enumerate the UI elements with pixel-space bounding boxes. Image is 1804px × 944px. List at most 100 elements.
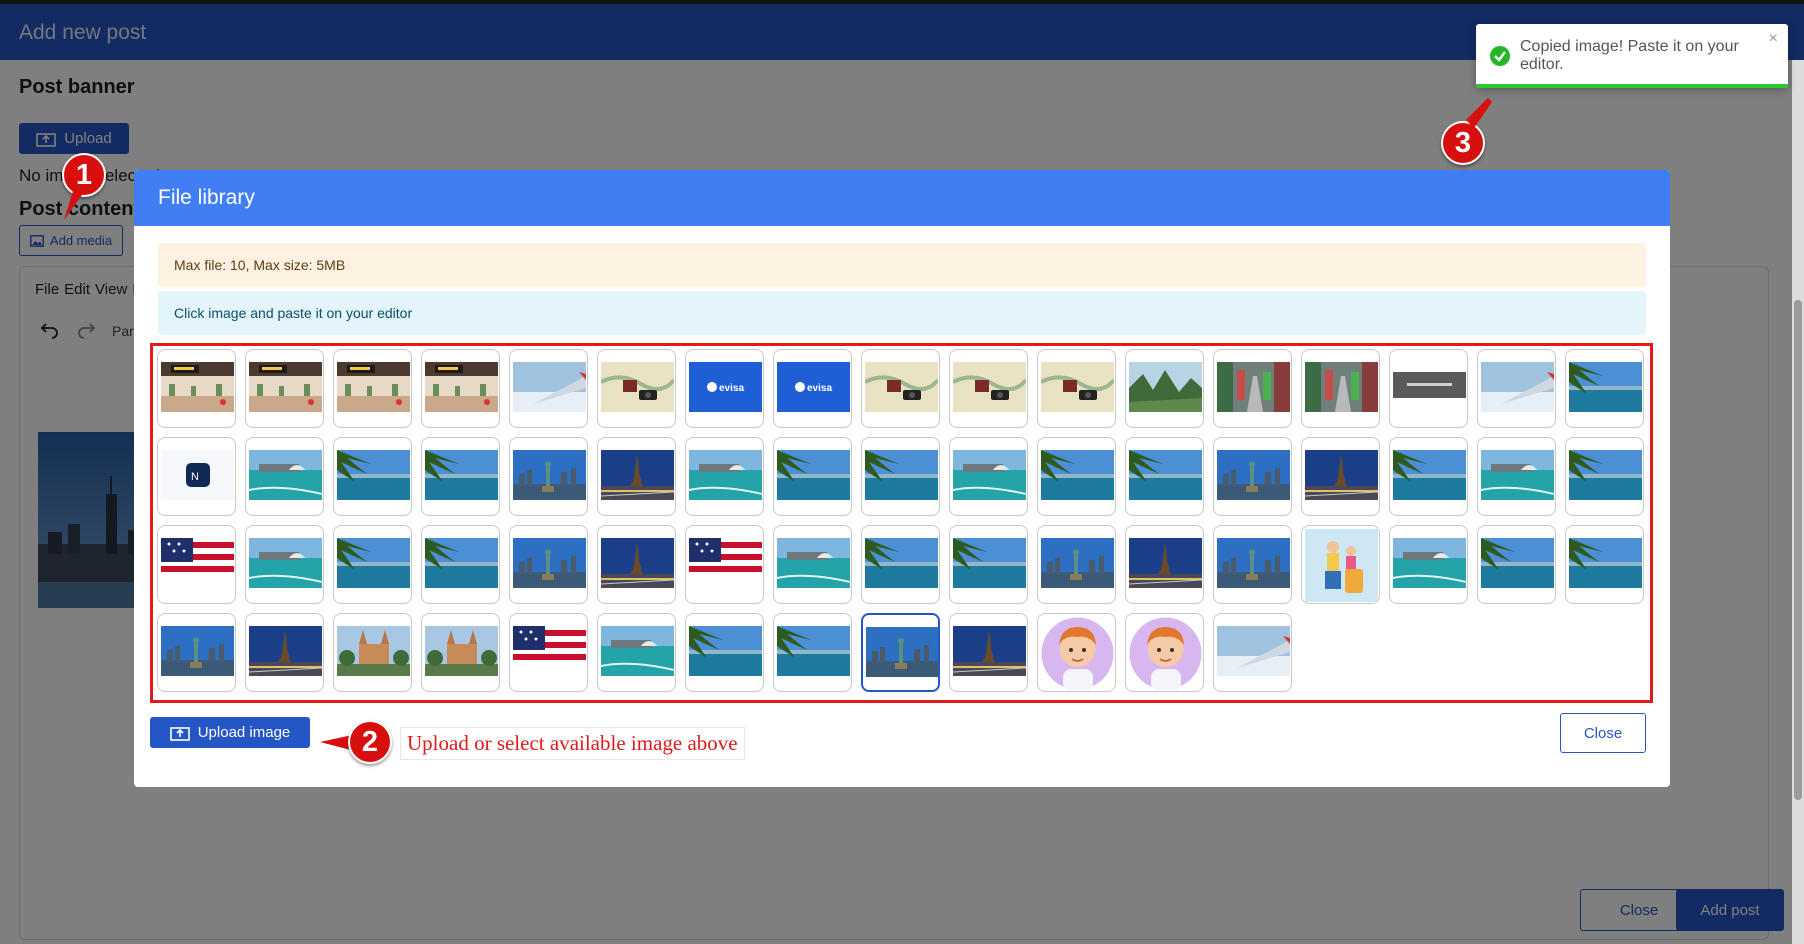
thumbnail-graphic — [865, 538, 938, 588]
thumbnail-graphic — [1041, 538, 1114, 588]
image-gallery: evisa evisa N — [150, 343, 1653, 703]
gallery-image-palm-coast[interactable] — [1477, 525, 1556, 604]
thumbnail-graphic — [249, 450, 322, 500]
gallery-image-street-market[interactable] — [1301, 349, 1380, 428]
gallery-image-sydney-bay[interactable] — [685, 437, 764, 516]
gallery-image-eiffel-tower[interactable] — [597, 525, 676, 604]
gallery-image-mountain-valley[interactable] — [1125, 349, 1204, 428]
gallery-image-palm-coast[interactable] — [949, 525, 1028, 604]
gallery-image-cathedral[interactable] — [421, 613, 500, 692]
gallery-image-liberty-skyline[interactable] — [509, 525, 588, 604]
gallery-image-map-camera[interactable] — [861, 349, 940, 428]
gallery-image-plane-wing[interactable] — [509, 349, 588, 428]
gallery-image-airport-hall[interactable] — [245, 349, 324, 428]
file-limits-alert: Max file: 10, Max size: 5MB — [158, 243, 1646, 287]
gallery-image-palm-coast[interactable] — [861, 525, 940, 604]
step-3-pointer-icon — [1466, 98, 1492, 128]
copied-toast: Copied image! Paste it on your editor. × — [1476, 24, 1788, 88]
upload-image-button[interactable]: Upload image — [150, 717, 310, 748]
modal-close-button[interactable]: Close — [1560, 713, 1646, 753]
thumbnail-graphic — [1305, 362, 1378, 412]
gallery-image-palm-coast[interactable] — [1565, 437, 1644, 516]
thumbnail-graphic — [953, 450, 1026, 500]
gallery-image-liberty-skyline[interactable] — [861, 613, 940, 692]
gallery-image-map-camera[interactable] — [597, 349, 676, 428]
gallery-image-liberty-skyline[interactable] — [1037, 525, 1116, 604]
gallery-image-palm-coast[interactable] — [1125, 437, 1204, 516]
scrollbar-thumb[interactable] — [1794, 300, 1802, 800]
thumbnail-graphic — [1129, 538, 1202, 588]
thumbnail-graphic — [161, 626, 234, 676]
gallery-image-palm-coast[interactable] — [1037, 437, 1116, 516]
gallery-image-sydney-bay[interactable] — [597, 613, 676, 692]
page-scrollbar[interactable] — [1792, 60, 1804, 944]
gallery-image-liberty-skyline[interactable] — [509, 437, 588, 516]
thumbnail-graphic — [337, 626, 410, 676]
thumbnail-graphic — [1129, 450, 1202, 500]
thumbnail-graphic — [249, 362, 322, 412]
gallery-image-sydney-bay[interactable] — [949, 437, 1028, 516]
gallery-image-sydney-bay[interactable] — [773, 525, 852, 604]
gallery-image-eiffel-tower[interactable] — [1125, 525, 1204, 604]
gallery-image-eiffel-tower[interactable] — [597, 437, 676, 516]
thumbnail-graphic — [1217, 626, 1290, 676]
gallery-image-liberty-skyline[interactable] — [1213, 437, 1292, 516]
gallery-image-palm-coast[interactable] — [1565, 349, 1644, 428]
thumbnail-graphic — [1393, 362, 1466, 412]
gallery-image-sydney-bay[interactable] — [245, 437, 324, 516]
gallery-image-eiffel-tower[interactable] — [245, 613, 324, 692]
gallery-image-street-market[interactable] — [1213, 349, 1292, 428]
gallery-image-traveler-luggage[interactable] — [1301, 525, 1380, 604]
gallery-image-liberty-skyline[interactable] — [1213, 525, 1292, 604]
gallery-image-site-logo[interactable]: N — [157, 437, 236, 516]
gallery-image-plane-wing[interactable] — [1213, 613, 1292, 692]
gallery-image-palm-coast[interactable] — [1565, 525, 1644, 604]
gallery-image-us-flag[interactable] — [157, 525, 236, 604]
step-2-badge: 2 — [348, 720, 392, 764]
gallery-image-us-flag[interactable] — [685, 525, 764, 604]
gallery-image-palm-coast[interactable] — [773, 437, 852, 516]
gallery-image-airport-hall[interactable] — [333, 349, 412, 428]
thumbnail-graphic — [1481, 362, 1554, 412]
gallery-image-palm-coast[interactable] — [333, 437, 412, 516]
gallery-image-palm-coast[interactable] — [421, 437, 500, 516]
gallery-image-evisa-logo[interactable]: evisa — [773, 349, 852, 428]
gallery-image-avatar-boy[interactable] — [1125, 613, 1204, 692]
gallery-image-palm-coast[interactable] — [685, 613, 764, 692]
thumbnail-graphic — [1041, 362, 1114, 412]
thumbnail-graphic — [601, 362, 674, 412]
instruction-alert: Click image and paste it on your editor — [158, 291, 1646, 335]
gallery-image-map-camera[interactable] — [949, 349, 1028, 428]
gallery-image-plane-wing[interactable] — [1477, 349, 1556, 428]
thumbnail-graphic — [689, 538, 762, 588]
gallery-image-palm-coast[interactable] — [773, 613, 852, 692]
file-library-modal: File library Max file: 10, Max size: 5MB… — [134, 170, 1670, 787]
gallery-image-palm-coast[interactable] — [1389, 437, 1468, 516]
thumbnail-graphic — [1393, 538, 1466, 588]
gallery-image-sydney-bay[interactable] — [1389, 525, 1468, 604]
gallery-image-palm-coast[interactable] — [421, 525, 500, 604]
gallery-image-sydney-bay[interactable] — [1477, 437, 1556, 516]
gallery-image-liberty-skyline[interactable] — [157, 613, 236, 692]
gallery-image-sydney-bay[interactable] — [245, 525, 324, 604]
thumbnail-graphic — [601, 538, 674, 588]
thumbnail-graphic — [953, 626, 1026, 676]
gallery-image-airport-hall[interactable] — [421, 349, 500, 428]
thumbnail-graphic — [1569, 538, 1642, 588]
gallery-image-evisa-logo[interactable]: evisa — [685, 349, 764, 428]
gallery-image-map-camera[interactable] — [1037, 349, 1116, 428]
gallery-image-airport-hall[interactable] — [157, 349, 236, 428]
gallery-image-dark-banner[interactable] — [1389, 349, 1468, 428]
toast-close-icon[interactable]: × — [1769, 30, 1778, 48]
thumbnail-graphic — [689, 626, 762, 676]
gallery-image-avatar-boy[interactable] — [1037, 613, 1116, 692]
gallery-image-us-flag[interactable] — [509, 613, 588, 692]
gallery-image-cathedral[interactable] — [333, 613, 412, 692]
gallery-image-palm-coast[interactable] — [861, 437, 940, 516]
thumbnail-graphic — [513, 450, 586, 500]
gallery-image-eiffel-tower[interactable] — [949, 613, 1028, 692]
thumbnail-graphic — [1217, 450, 1290, 500]
gallery-image-eiffel-tower[interactable] — [1301, 437, 1380, 516]
gallery-image-palm-coast[interactable] — [333, 525, 412, 604]
step-2-note: Upload or select available image above — [400, 727, 745, 760]
